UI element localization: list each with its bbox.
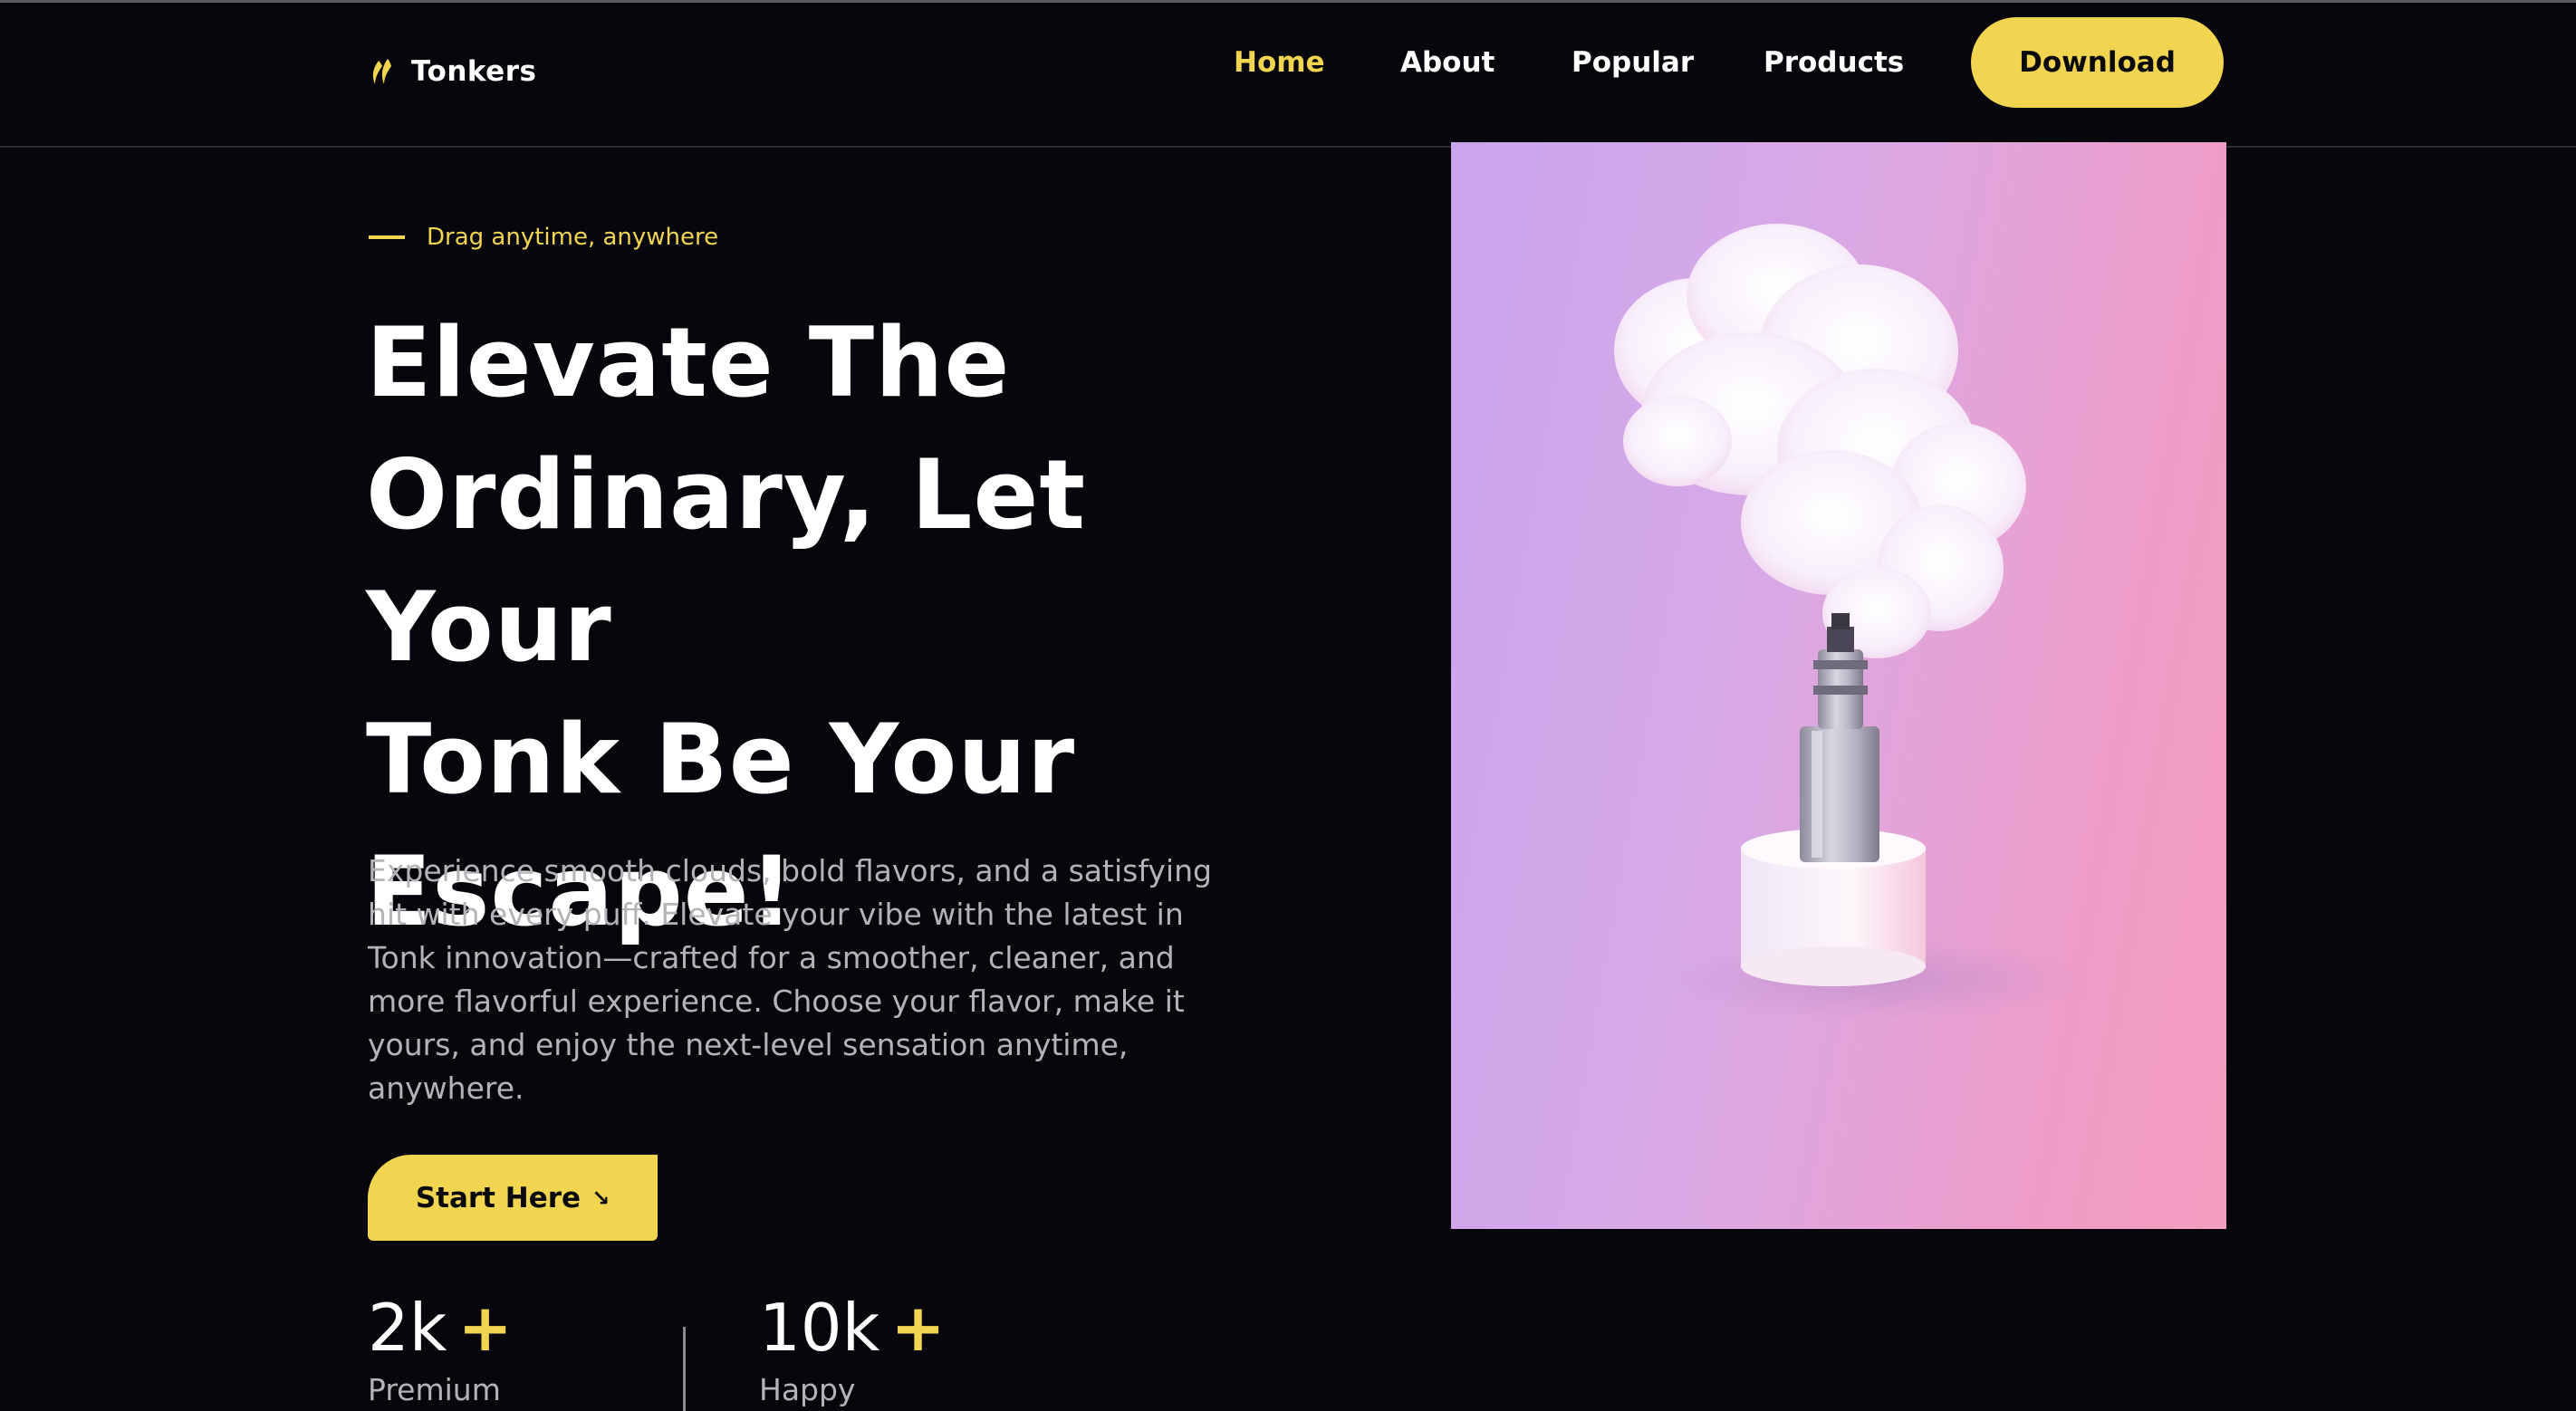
nav-link-home[interactable]: Home bbox=[1234, 46, 1325, 79]
stat-plus: + bbox=[457, 1290, 513, 1366]
stat-divider bbox=[683, 1327, 686, 1411]
stat-plus: + bbox=[890, 1290, 946, 1366]
stat-number-row: 2k + bbox=[368, 1291, 513, 1365]
nav-link-popular[interactable]: Popular bbox=[1572, 46, 1694, 79]
nav-link-about[interactable]: About bbox=[1400, 46, 1495, 79]
eyebrow-text: Drag anytime, anywhere bbox=[427, 224, 719, 251]
stat-label: Happy bbox=[759, 1372, 856, 1407]
hero-eyebrow: Drag anytime, anywhere bbox=[369, 224, 718, 251]
hero-image bbox=[1451, 142, 2226, 1229]
hero-description: Experience smooth clouds, bold flavors, … bbox=[368, 853, 1212, 1106]
download-button[interactable]: Download bbox=[1971, 17, 2224, 108]
eyebrow-dash bbox=[369, 235, 405, 239]
brand-name: Tonkers bbox=[411, 55, 537, 88]
vape-cloud-illustration bbox=[1614, 224, 2094, 1021]
stat-number: 10k bbox=[759, 1290, 880, 1366]
arrow-down-right-icon: ↘ bbox=[591, 1185, 610, 1211]
stat-label: Premium bbox=[368, 1372, 501, 1407]
stat-number-row: 10k + bbox=[759, 1291, 946, 1365]
stat-happy: 10k + Happy bbox=[759, 1291, 946, 1407]
start-here-label: Start Here bbox=[415, 1181, 582, 1214]
hero-title-line: Tonk Be Your bbox=[366, 704, 1076, 815]
stat-premium: 2k + Premium bbox=[368, 1291, 513, 1407]
flame-icon bbox=[370, 55, 399, 88]
landing-page: Tonkers Home About Popular Products Down… bbox=[0, 0, 2576, 1411]
hero-title-line: Elevate The bbox=[366, 307, 1011, 418]
brand-logo[interactable]: Tonkers bbox=[370, 55, 536, 88]
stat-number: 2k bbox=[368, 1290, 447, 1366]
hero-title-line: Ordinary, Let Your bbox=[366, 439, 1087, 683]
start-here-button[interactable]: Start Here ↘ bbox=[368, 1155, 658, 1241]
nav-link-products[interactable]: Products bbox=[1764, 46, 1904, 79]
navbar: Tonkers Home About Popular Products Down… bbox=[0, 3, 2576, 148]
